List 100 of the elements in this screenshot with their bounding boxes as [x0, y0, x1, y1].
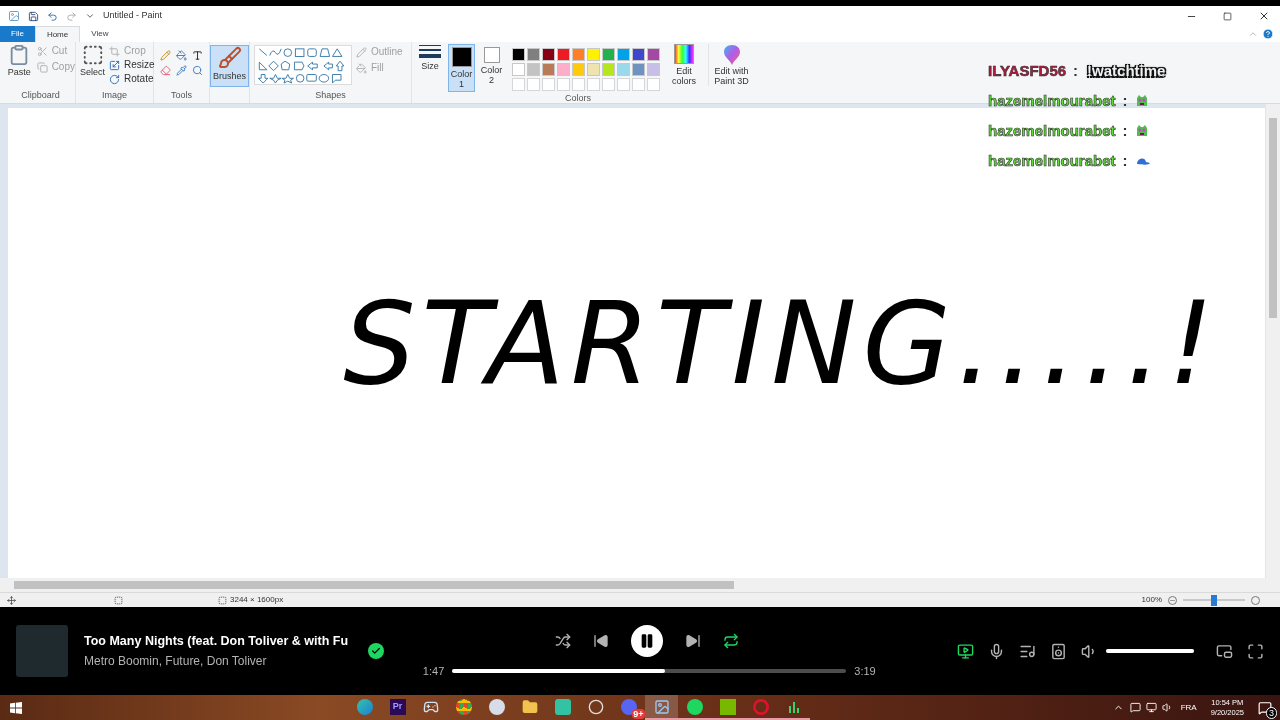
palette-swatch[interactable]: [617, 63, 630, 76]
rainbow-icon: [674, 44, 694, 64]
close-icon[interactable]: [1258, 10, 1270, 22]
rotate-icon: [109, 73, 120, 85]
cursor-position-icon: [7, 595, 16, 605]
image-size-icon: [218, 595, 227, 605]
progress-track[interactable]: [452, 669, 847, 673]
palette-swatch[interactable]: [632, 48, 645, 61]
resize-icon: [109, 59, 120, 71]
start-icon[interactable]: [10, 701, 22, 714]
customize-icon[interactable]: [85, 11, 95, 21]
horizontal-scrollbar[interactable]: [0, 578, 1266, 592]
resize-button[interactable]: Resize: [109, 58, 155, 72]
empty-swatch[interactable]: [572, 78, 585, 91]
empty-swatch[interactable]: [647, 78, 660, 91]
image-dimensions: 3244 × 1600px: [230, 594, 284, 606]
group-label: Tools: [171, 88, 192, 102]
previous-icon[interactable]: [593, 632, 609, 649]
empty-swatch[interactable]: [602, 78, 615, 91]
scrollbar-thumb[interactable]: [1269, 118, 1277, 318]
size-button[interactable]: Size: [415, 44, 445, 74]
empty-swatch[interactable]: [617, 78, 630, 91]
group-label: Shapes: [314, 88, 347, 102]
empty-swatch[interactable]: [587, 78, 600, 91]
edit-colors-button[interactable]: Edit colors: [667, 44, 701, 86]
brushes-button[interactable]: Brushes: [210, 45, 249, 87]
palette-swatch[interactable]: [557, 63, 570, 76]
maximize-icon[interactable]: [1223, 11, 1232, 21]
selection-size-icon: [114, 595, 123, 605]
track-title[interactable]: Too Many Nights (feat. Don Toliver & with Fu: [84, 631, 349, 651]
palette-swatch[interactable]: [602, 63, 615, 76]
help-icon[interactable]: [1262, 28, 1274, 40]
palette-swatch[interactable]: [587, 48, 600, 61]
pause-icon: [639, 632, 655, 649]
text-tool-icon[interactable]: [192, 50, 203, 61]
palette-swatch[interactable]: [587, 63, 600, 76]
liked-icon[interactable]: [368, 643, 384, 659]
shapes-gallery-drawing[interactable]: [254, 45, 352, 85]
shuffle-icon[interactable]: [555, 632, 571, 649]
undo-icon[interactable]: [47, 10, 58, 22]
ribbon-tab[interactable]: File: [0, 26, 35, 42]
group-label: Colors: [565, 92, 591, 105]
input-language[interactable]: FRA: [1180, 701, 1197, 714]
line-thickness-icon: [419, 44, 441, 60]
taskbar-app-button[interactable]: 9+: [612, 695, 645, 720]
palette-swatch[interactable]: [527, 48, 540, 61]
palette-swatch[interactable]: [647, 63, 660, 76]
folder-icon: [521, 698, 538, 715]
empty-swatch[interactable]: [527, 78, 540, 91]
window-title: Untitled - Paint: [103, 9, 163, 23]
volume-icon[interactable]: [1161, 702, 1173, 713]
palette-swatch[interactable]: [557, 48, 570, 61]
play-pause-button[interactable]: [631, 624, 663, 657]
track-artists[interactable]: Metro Boomin, Future, Don Toliver: [84, 652, 350, 671]
palette-swatch[interactable]: [632, 63, 645, 76]
color-picker-icon[interactable]: [176, 65, 187, 76]
ribbon-tab[interactable]: View: [80, 26, 120, 42]
palette-swatch[interactable]: [572, 48, 585, 61]
palette-swatch[interactable]: [572, 63, 585, 76]
repeat-icon[interactable]: [723, 632, 739, 649]
rotate-button[interactable]: Rotate: [109, 72, 155, 86]
taskbar-app-button[interactable]: Pr: [381, 695, 414, 720]
palette-swatch[interactable]: [602, 48, 615, 61]
mini-player-icon[interactable]: [1216, 642, 1233, 660]
vertical-scrollbar[interactable]: [1266, 104, 1280, 592]
palette-swatch[interactable]: [647, 48, 660, 61]
paste-button[interactable]: Paste: [6, 44, 33, 80]
brush-icon: [217, 46, 242, 70]
taskbar-app-button[interactable]: [645, 695, 678, 720]
speaker-icon[interactable]: [1050, 642, 1067, 660]
network-icon[interactable]: [1145, 702, 1157, 713]
next-icon[interactable]: [685, 632, 701, 649]
palette-swatch[interactable]: [617, 48, 630, 61]
fullscreen-icon[interactable]: [1247, 642, 1264, 660]
zoom-slider-thumb[interactable]: [1211, 594, 1217, 606]
scrollbar-thumb[interactable]: [14, 581, 734, 589]
paint-3d-button[interactable]: Edit with Paint 3D: [708, 44, 754, 86]
chat-tray-icon[interactable]: [1129, 702, 1141, 713]
now-playing-view-icon[interactable]: [957, 642, 974, 660]
empty-swatch[interactable]: [542, 78, 555, 91]
handwritten-text: STARTING.....!: [343, 275, 1220, 412]
palette-swatch[interactable]: [527, 63, 540, 76]
microphone-icon[interactable]: [988, 642, 1005, 660]
ribbon-tab[interactable]: Home: [34, 26, 81, 42]
magnifier-icon[interactable]: [192, 65, 203, 76]
fill-bucket-icon[interactable]: [176, 50, 187, 61]
palette-swatch[interactable]: [542, 63, 555, 76]
palette-swatch[interactable]: [542, 48, 555, 61]
color-slot-button[interactable]: Color 2: [478, 44, 505, 88]
palette-swatch[interactable]: [512, 63, 525, 76]
pencil-icon[interactable]: [160, 50, 171, 61]
empty-swatch[interactable]: [632, 78, 645, 91]
eraser-icon[interactable]: [160, 65, 171, 76]
color-slot-button[interactable]: Color 1: [448, 44, 475, 92]
select-button[interactable]: Select: [80, 44, 105, 86]
redo-icon[interactable]: [66, 10, 77, 22]
save-icon[interactable]: [28, 10, 39, 22]
palette-swatch[interactable]: [512, 48, 525, 61]
empty-swatch[interactable]: [557, 78, 570, 91]
empty-swatch[interactable]: [512, 78, 525, 91]
